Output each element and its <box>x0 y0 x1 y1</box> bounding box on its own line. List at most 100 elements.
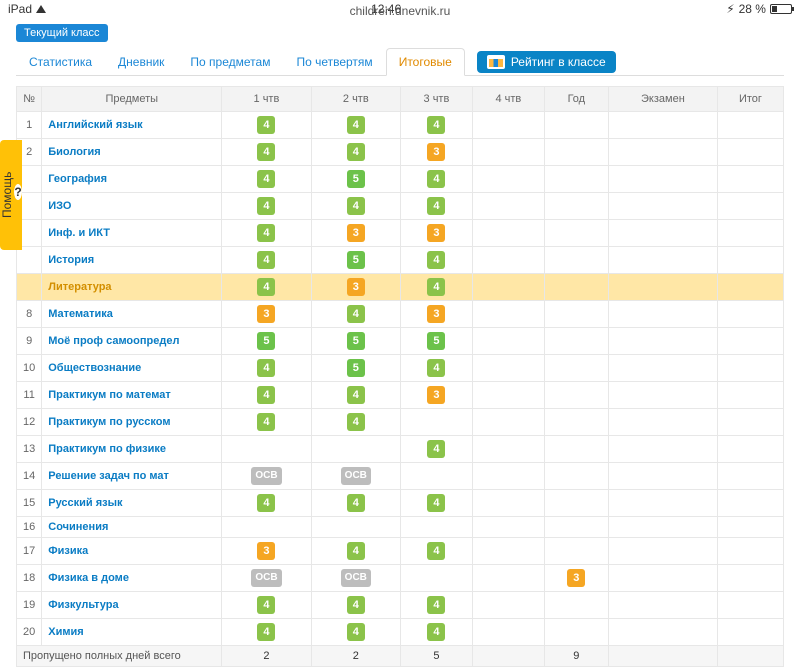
grade-badge: 4 <box>257 413 275 431</box>
cell-q4 <box>472 139 544 166</box>
cell-q1: 5 <box>222 328 311 355</box>
cell-q1: 3 <box>222 301 311 328</box>
subject-link[interactable]: Физкультура <box>42 592 222 619</box>
subject-link[interactable]: Практикум по физике <box>42 436 222 463</box>
cell-year <box>544 592 608 619</box>
cell-q1: 4 <box>222 619 311 646</box>
grade-badge: 4 <box>347 305 365 323</box>
cell-q2: 4 <box>311 490 400 517</box>
cell-q4 <box>472 193 544 220</box>
grade-badge: 3 <box>257 542 275 560</box>
cell-q4 <box>472 328 544 355</box>
subject-link[interactable]: Инф. и ИКТ <box>42 220 222 247</box>
subject-link[interactable]: Литература <box>42 274 222 301</box>
grade-badge: 4 <box>257 251 275 269</box>
subject-link[interactable]: Химия <box>42 619 222 646</box>
cell-q1: 4 <box>222 220 311 247</box>
table-row: История454 <box>17 247 784 274</box>
tab-0[interactable]: Статистика <box>16 48 105 75</box>
table-row: Литература434 <box>17 274 784 301</box>
cell-q4 <box>472 517 544 538</box>
grade-badge: 4 <box>347 116 365 134</box>
cell-exam <box>608 382 717 409</box>
cell-q3: 4 <box>400 193 472 220</box>
subject-link[interactable]: Физика <box>42 538 222 565</box>
subject-link[interactable]: Практикум по русском <box>42 409 222 436</box>
cell-final <box>717 166 783 193</box>
row-num: 19 <box>17 592 42 619</box>
missed-final <box>717 646 783 667</box>
subject-link[interactable]: Математика <box>42 301 222 328</box>
grade-badge: 4 <box>257 494 275 512</box>
grade-badge: 4 <box>347 494 365 512</box>
cell-q4 <box>472 220 544 247</box>
subject-link[interactable]: Обществознание <box>42 355 222 382</box>
cell-q2: 5 <box>311 247 400 274</box>
subject-link[interactable]: Биология <box>42 139 222 166</box>
help-sidebar-tab[interactable]: Помощь ? <box>0 140 22 250</box>
cell-exam <box>608 538 717 565</box>
cell-q2: 3 <box>311 274 400 301</box>
grade-badge: 3 <box>427 305 445 323</box>
cell-q2: 4 <box>311 538 400 565</box>
col-q4: 4 чтв <box>472 87 544 112</box>
subject-link[interactable]: Сочинения <box>42 517 222 538</box>
cell-year <box>544 355 608 382</box>
tab-4[interactable]: Итоговые <box>386 48 465 76</box>
cell-q4 <box>472 355 544 382</box>
cell-final <box>717 328 783 355</box>
row-num: 11 <box>17 382 42 409</box>
grade-badge: 3 <box>257 305 275 323</box>
cell-q1: 4 <box>222 490 311 517</box>
cell-q4 <box>472 301 544 328</box>
current-class-badge[interactable]: Текущий класс <box>16 24 108 42</box>
cell-q3: 4 <box>400 166 472 193</box>
cell-year <box>544 538 608 565</box>
cell-final <box>717 193 783 220</box>
row-num: 1 <box>17 112 42 139</box>
subject-link[interactable]: Моё проф самоопредел <box>42 328 222 355</box>
subject-link[interactable]: Русский язык <box>42 490 222 517</box>
subject-link[interactable]: Физика в доме <box>42 565 222 592</box>
row-num: 12 <box>17 409 42 436</box>
row-num: 8 <box>17 301 42 328</box>
tab-3[interactable]: По четвертям <box>283 48 385 75</box>
cell-year <box>544 409 608 436</box>
cell-q4 <box>472 112 544 139</box>
cell-q3: 4 <box>400 592 472 619</box>
cell-q1: 4 <box>222 247 311 274</box>
tab-2[interactable]: По предметам <box>177 48 283 75</box>
grade-badge: 4 <box>427 623 445 641</box>
subject-link[interactable]: История <box>42 247 222 274</box>
missed-label: Пропущено полных дней всего <box>17 646 222 667</box>
table-row: 16Сочинения <box>17 517 784 538</box>
cell-exam <box>608 220 717 247</box>
help-icon: ? <box>14 184 22 200</box>
cell-year <box>544 328 608 355</box>
cell-q4 <box>472 382 544 409</box>
cell-exam <box>608 301 717 328</box>
subject-link[interactable]: Английский язык <box>42 112 222 139</box>
grade-badge: 3 <box>427 386 445 404</box>
row-num: 16 <box>17 517 42 538</box>
cell-q3: 4 <box>400 490 472 517</box>
cell-q1 <box>222 436 311 463</box>
table-row: Инф. и ИКТ433 <box>17 220 784 247</box>
grades-table: № Предметы 1 чтв 2 чтв 3 чтв 4 чтв Год Э… <box>16 86 784 667</box>
cell-q3 <box>400 409 472 436</box>
subject-link[interactable]: Практикум по математ <box>42 382 222 409</box>
grade-badge: 4 <box>427 542 445 560</box>
cell-year <box>544 619 608 646</box>
subject-link[interactable]: География <box>42 166 222 193</box>
missed-q3: 5 <box>400 646 472 667</box>
cell-q1: 4 <box>222 139 311 166</box>
subject-link[interactable]: Решение задач по мат <box>42 463 222 490</box>
grade-badge: ОСВ <box>341 569 371 587</box>
cell-exam <box>608 112 717 139</box>
tab-1[interactable]: Дневник <box>105 48 177 75</box>
subject-link[interactable]: ИЗО <box>42 193 222 220</box>
cell-q1 <box>222 517 311 538</box>
cell-q3: 3 <box>400 139 472 166</box>
rating-pill[interactable]: Рейтинг в классе <box>477 51 616 73</box>
cell-exam <box>608 139 717 166</box>
